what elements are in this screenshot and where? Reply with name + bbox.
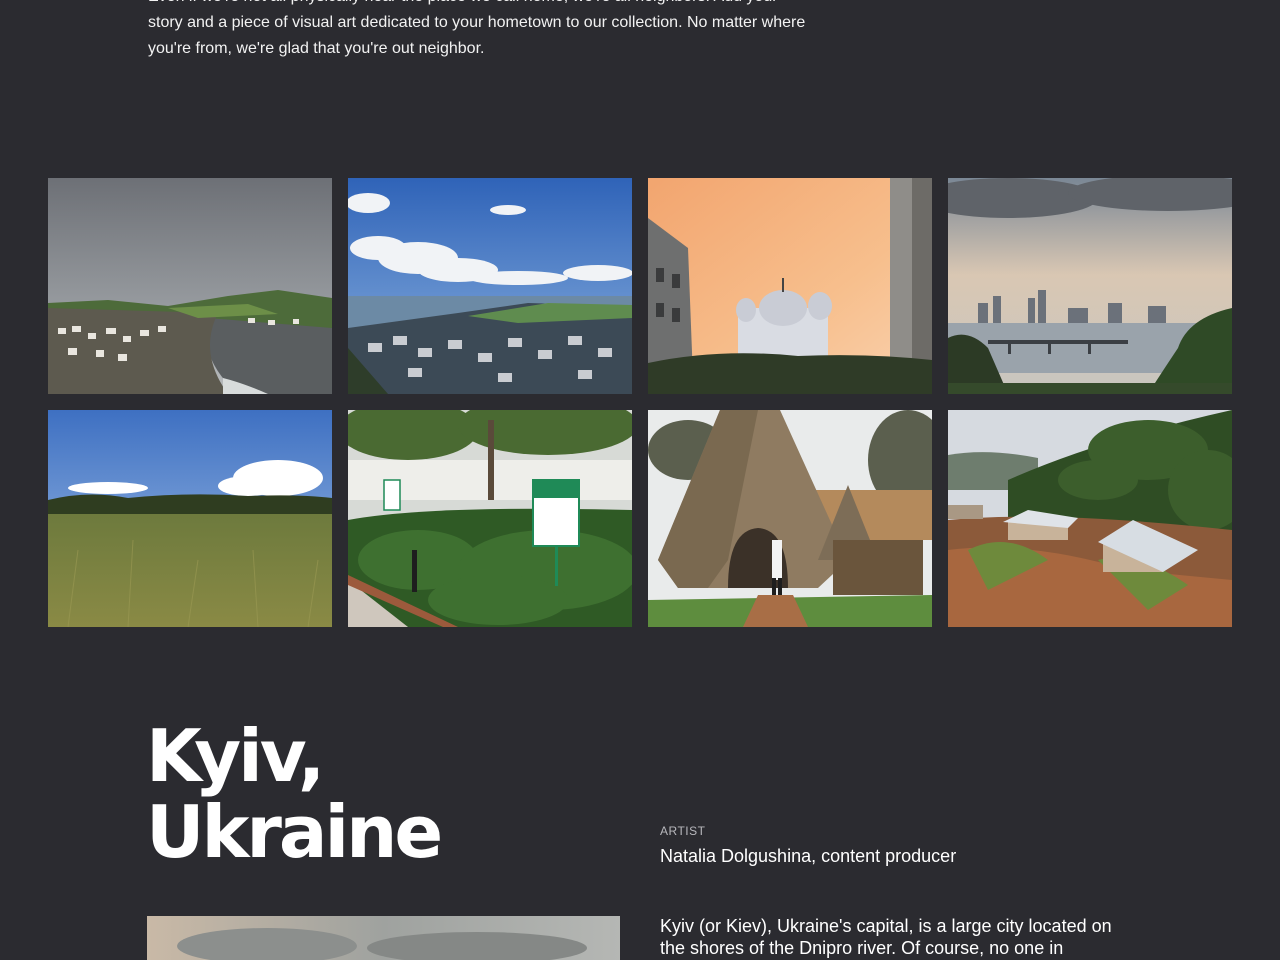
gallery-photo-hillside-houses[interactable] xyxy=(948,410,1232,627)
thatched-hut-photo xyxy=(648,410,932,627)
gallery-photo-coastal-town[interactable] xyxy=(48,178,332,394)
seaside-village-photo xyxy=(348,178,632,394)
church-sunset-photo xyxy=(648,178,932,394)
city-title-line: Ukraine xyxy=(146,790,443,874)
artist-label: ARTIST xyxy=(660,824,706,838)
artist-name: Natalia Dolgushina, content producer xyxy=(660,846,957,866)
gallery-photo-garden-sign[interactable] xyxy=(348,410,632,627)
grass-field-photo xyxy=(48,410,332,627)
photo-gallery xyxy=(48,178,1232,627)
page: Even if we're not all physically near th… xyxy=(0,0,1280,960)
coastal-town-photo xyxy=(48,178,332,394)
hillside-houses-photo xyxy=(948,410,1232,627)
intro-line: story and a piece of visual art dedicate… xyxy=(148,14,806,31)
intro-line: you're from, we're glad that you're out … xyxy=(148,40,485,57)
gallery-photo-seaside-village[interactable] xyxy=(348,178,632,394)
gallery-photo-church-sunset[interactable] xyxy=(648,178,932,394)
story-text: Kyiv (or Kiev), Ukraine's capital, is a … xyxy=(660,916,1112,958)
gallery-photo-grass-field[interactable] xyxy=(48,410,332,627)
city-river-photo xyxy=(948,178,1232,394)
intro-line: Even if we're not all physically near th… xyxy=(148,0,868,10)
city-title-line: Kyiv, xyxy=(146,714,325,798)
city-title: Kyiv, Ukraine xyxy=(146,714,443,874)
gallery-photo-thatched-hut[interactable] xyxy=(648,410,932,627)
gallery-photo-city-river[interactable] xyxy=(948,178,1232,394)
feature-photo xyxy=(147,916,620,960)
intro-text: Even if we're not all physically near th… xyxy=(148,0,868,62)
garden-sign-photo xyxy=(348,410,632,627)
kyiv-photo xyxy=(147,916,620,960)
